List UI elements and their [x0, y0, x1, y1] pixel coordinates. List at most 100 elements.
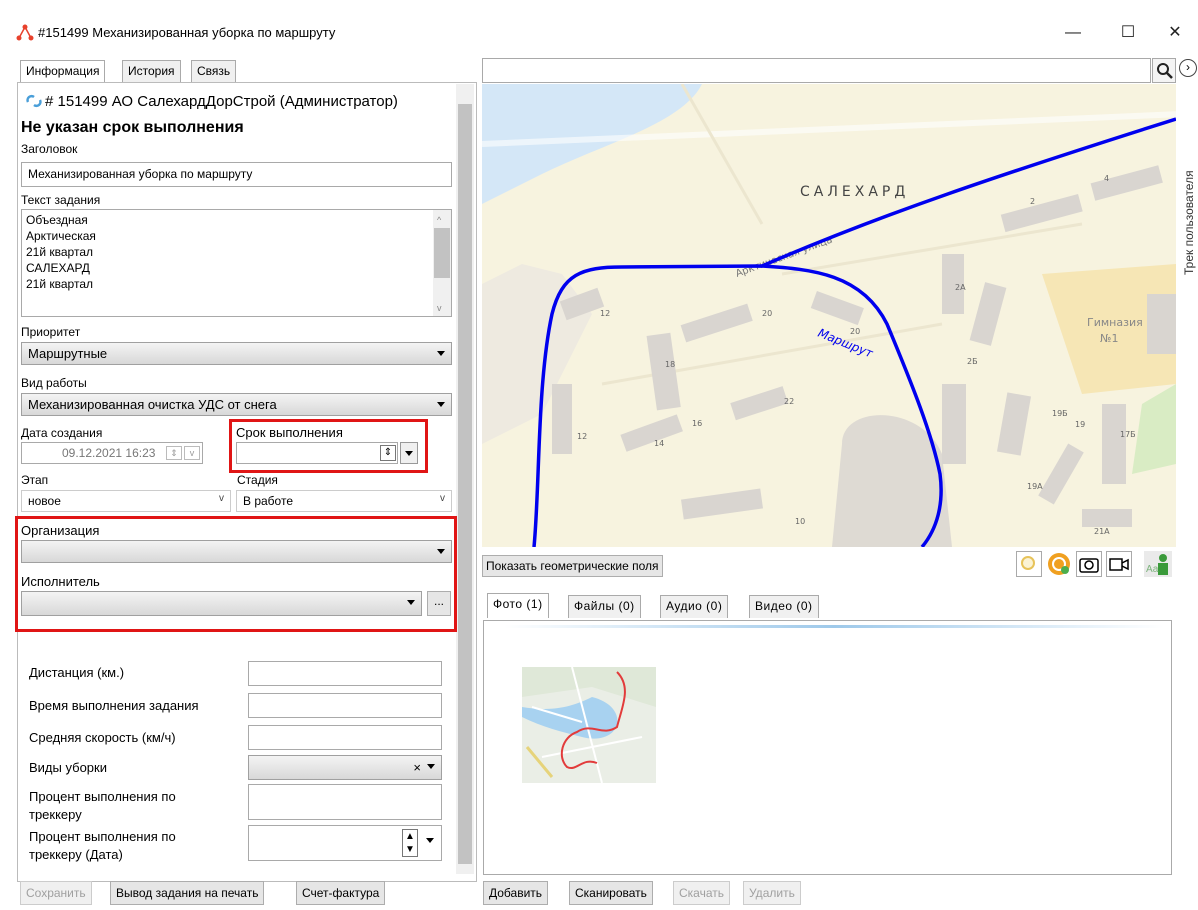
text-line: САЛЕХАРД: [26, 261, 90, 275]
svg-text:Аа: Аа: [1146, 564, 1159, 575]
worktype-label: Вид работы: [21, 376, 87, 390]
textarea-scrollbar[interactable]: ^ v: [433, 210, 451, 316]
title-bar: #151499 Механизированная уборка по маршр…: [0, 0, 1198, 50]
priority-value: Маршрутные: [28, 346, 108, 361]
camera-icon[interactable]: [1076, 551, 1102, 577]
chevron-down-icon: v: [219, 493, 224, 504]
scrollbar-thumb[interactable]: [434, 228, 450, 278]
scan-button[interactable]: Сканировать: [569, 881, 653, 905]
clear-icon[interactable]: ×: [413, 760, 421, 775]
stage-value: новое: [28, 494, 61, 508]
deadline-warning: Не указан срок выполнения: [21, 119, 244, 136]
chevron-down-icon: v: [440, 493, 445, 504]
map-search-input[interactable]: [482, 58, 1151, 83]
dropdown-arrow-icon: [437, 549, 445, 554]
spin-icon[interactable]: ⇕: [380, 445, 396, 461]
scroll-up-icon[interactable]: ^: [437, 212, 441, 228]
user-track-label: Трек пользователя: [1182, 170, 1196, 275]
tab-video[interactable]: Видео (0): [749, 595, 819, 618]
search-icon: [1157, 63, 1173, 79]
zoom-map-icon[interactable]: [1016, 551, 1042, 577]
map-canvas[interactable]: САЛЕХАРД Арктическая улица Гимназия №1 4…: [482, 84, 1176, 547]
invoice-button[interactable]: Счет-фактура: [296, 881, 386, 905]
video-camera-icon[interactable]: [1106, 551, 1132, 577]
dropdown-arrow-icon: [437, 402, 445, 407]
distance-field[interactable]: [248, 661, 442, 686]
add-button[interactable]: Добавить: [483, 881, 549, 905]
time-field[interactable]: [248, 693, 442, 718]
form-scrollbar[interactable]: [456, 84, 474, 874]
svg-text:2: 2: [1030, 197, 1035, 206]
map-view[interactable]: САЛЕХАРД Арктическая улица Гимназия №1 4…: [482, 84, 1176, 547]
percent-field[interactable]: [248, 784, 442, 820]
deadline-label: Срок выполнения: [236, 425, 343, 440]
search-button[interactable]: [1152, 58, 1176, 83]
text-line: Арктическая: [26, 229, 96, 243]
deadline-field[interactable]: [236, 442, 398, 464]
created-label: Дата создания: [21, 426, 103, 440]
close-button[interactable]: ✕: [1152, 18, 1198, 48]
time-label: Время выполнения задания: [29, 698, 199, 713]
expand-side-icon[interactable]: ›: [1179, 59, 1197, 77]
task-text-area[interactable]: Объездная Арктическая 21й квартал САЛЕХА…: [21, 209, 452, 317]
title-field[interactable]: Механизированная уборка по маршруту: [21, 162, 452, 187]
svg-text:19: 19: [1075, 420, 1085, 429]
tab-photo[interactable]: Фото (1): [487, 593, 549, 618]
dropdown-arrow-icon: [427, 764, 435, 769]
school-number-label: №1: [1100, 332, 1118, 345]
org-select[interactable]: [21, 540, 452, 563]
executor-label: Исполнитель: [21, 574, 100, 589]
worktype-value: Механизированная очистка УДС от снега: [28, 397, 277, 412]
tab-files[interactable]: Файлы (0): [568, 595, 641, 618]
executor-select[interactable]: [21, 591, 422, 616]
cleaning-label: Виды уборки: [29, 760, 107, 775]
photo-thumbnail[interactable]: [522, 667, 656, 783]
tab-info[interactable]: Информация: [20, 60, 106, 83]
photo-area: [483, 620, 1172, 875]
print-button[interactable]: Вывод задания на печать: [110, 881, 265, 905]
percent-label: Процент выполнения по треккеру: [29, 789, 176, 822]
delete-button[interactable]: Удалить: [743, 881, 801, 905]
phase-select[interactable]: В работе v: [236, 490, 452, 512]
browse-executor-button[interactable]: ...: [427, 591, 451, 616]
scrollbar-thumb[interactable]: [458, 104, 472, 864]
svg-text:2Б: 2Б: [967, 357, 978, 366]
globe-icon[interactable]: [1046, 551, 1072, 577]
download-button[interactable]: Скачать: [673, 881, 730, 905]
user-text-icon[interactable]: Аа: [1144, 551, 1172, 577]
app-logo-icon: [16, 24, 34, 41]
spin-icon[interactable]: ▲ ▼: [402, 829, 418, 857]
city-label: САЛЕХАРД: [800, 184, 909, 200]
priority-select[interactable]: Маршрутные: [21, 342, 452, 365]
worktype-select[interactable]: Механизированная очистка УДС от снега: [21, 393, 452, 416]
tab-history[interactable]: История: [122, 60, 181, 82]
window-title: #151499 Механизированная уборка по маршр…: [38, 25, 336, 40]
stage-label: Этап: [21, 473, 49, 487]
svg-text:12: 12: [577, 432, 587, 441]
user-track-tab[interactable]: Трек пользователя: [1178, 80, 1198, 280]
dropdown-arrow-icon[interactable]: [426, 838, 434, 843]
tab-audio[interactable]: Аудио (0): [660, 595, 729, 618]
deadline-dropdown-button[interactable]: [400, 442, 418, 464]
text-line: 21й квартал: [26, 245, 93, 259]
show-geometry-button[interactable]: Показать геометрические поля: [482, 555, 663, 577]
tab-link[interactable]: Связь: [191, 60, 237, 82]
svg-text:21А: 21А: [1094, 527, 1110, 536]
text-line: Объездная: [26, 213, 88, 227]
org-label: Организация: [21, 523, 100, 538]
scroll-down-icon[interactable]: v: [437, 300, 442, 316]
minimize-button[interactable]: —: [1050, 18, 1096, 48]
percent-date-label: Процент выполнения по треккеру (Дата): [29, 829, 176, 862]
svg-text:20: 20: [850, 327, 860, 336]
cleaning-select[interactable]: ×: [248, 755, 442, 780]
dropdown-arrow-icon: [405, 451, 413, 456]
link-icon: [26, 94, 42, 108]
svg-text:19А: 19А: [1027, 482, 1043, 491]
speed-label: Средняя скорость (км/ч): [29, 730, 176, 745]
text-line: 21й квартал: [26, 277, 93, 291]
calendar-dropdown-icon: v: [184, 446, 200, 460]
save-button[interactable]: Сохранить: [20, 881, 92, 905]
stage-select[interactable]: новое v: [21, 490, 231, 512]
speed-field[interactable]: [248, 725, 442, 750]
maximize-button[interactable]: ☐: [1105, 18, 1151, 48]
